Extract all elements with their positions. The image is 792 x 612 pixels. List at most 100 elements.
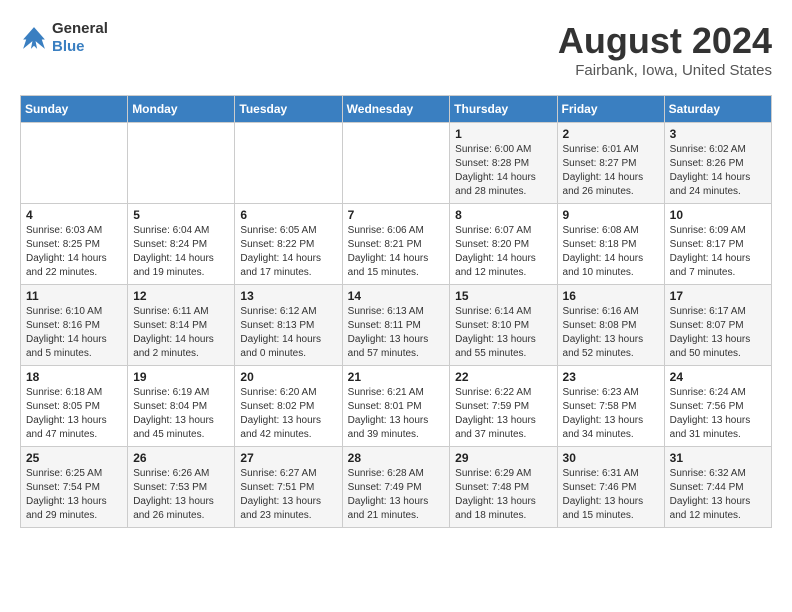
day-info: Sunrise: 6:01 AMSunset: 8:27 PMDaylight:… bbox=[563, 143, 659, 199]
day-cell: 27Sunrise: 6:27 AMSunset: 7:51 PMDayligh… bbox=[235, 447, 342, 528]
header-cell-saturday: Saturday bbox=[664, 96, 771, 123]
day-number: 19 bbox=[133, 370, 229, 384]
day-number: 30 bbox=[563, 451, 659, 465]
day-cell bbox=[21, 123, 128, 204]
day-number: 31 bbox=[670, 451, 766, 465]
day-cell: 21 Sunrise: 6:21 AMSunset: 8:01 PMDayligh… bbox=[342, 366, 450, 447]
day-info: Sunrise: 6:18 AMSunset: 8:05 PMDaylight:… bbox=[26, 386, 122, 442]
day-info: Sunrise: 6:24 AMSunset: 7:56 PMDaylight:… bbox=[670, 386, 766, 442]
day-cell: 11 Sunrise: 6:10 AMSunset: 8:16 PMDayligh… bbox=[21, 285, 128, 366]
day-cell: 22 Sunrise: 6:22 AMSunset: 7:59 PMDayligh… bbox=[450, 366, 557, 447]
calendar-body: 1 Sunrise: 6:00 AMSunset: 8:28 PMDaylight… bbox=[21, 123, 772, 528]
day-info: Sunrise: 6:10 AMSunset: 8:16 PMDaylight:… bbox=[26, 305, 122, 361]
day-info: Sunrise: 6:16 AMSunset: 8:08 PMDaylight:… bbox=[563, 305, 659, 361]
day-info: Sunrise: 6:23 AMSunset: 7:58 PMDaylight:… bbox=[563, 386, 659, 442]
day-cell: 24 Sunrise: 6:24 AMSunset: 7:56 PMDayligh… bbox=[664, 366, 771, 447]
day-number: 29 bbox=[455, 451, 551, 465]
day-cell: 13Sunrise: 6:12 AMSunset: 8:13 PMDayligh… bbox=[235, 285, 342, 366]
day-cell: 9 Sunrise: 6:08 AMSunset: 8:18 PMDaylight… bbox=[557, 204, 664, 285]
day-cell: 14 Sunrise: 6:13 AMSunset: 8:11 PMDayligh… bbox=[342, 285, 450, 366]
day-cell bbox=[342, 123, 450, 204]
day-number: 10 bbox=[670, 208, 766, 222]
day-number: 9 bbox=[563, 208, 659, 222]
header-cell-monday: Monday bbox=[128, 96, 235, 123]
day-cell: 5 Sunrise: 6:04 AMSunset: 8:24 PMDaylight… bbox=[128, 204, 235, 285]
day-info: Sunrise: 6:02 AMSunset: 8:26 PMDaylight:… bbox=[670, 143, 766, 199]
header-cell-thursday: Thursday bbox=[450, 96, 557, 123]
day-number: 24 bbox=[670, 370, 766, 384]
day-cell: 6 Sunrise: 6:05 AMSunset: 8:22 PMDaylight… bbox=[235, 204, 342, 285]
day-cell: 23 Sunrise: 6:23 AMSunset: 7:58 PMDayligh… bbox=[557, 366, 664, 447]
day-number: 18 bbox=[26, 370, 122, 384]
logo-icon bbox=[20, 24, 48, 52]
logo-text-blue: Blue bbox=[52, 38, 85, 55]
day-cell: 7Sunrise: 6:06 AMSunset: 8:21 PMDaylight… bbox=[342, 204, 450, 285]
day-cell: 20Sunrise: 6:20 AMSunset: 8:02 PMDayligh… bbox=[235, 366, 342, 447]
day-info: Sunrise: 6:21 AMSunset: 8:01 PMDaylight:… bbox=[348, 386, 445, 442]
calendar-header-row: SundayMondayTuesdayWednesdayThursdayFrid… bbox=[21, 96, 772, 123]
week-row-1: 1 Sunrise: 6:00 AMSunset: 8:28 PMDaylight… bbox=[21, 123, 772, 204]
day-number: 16 bbox=[563, 289, 659, 303]
day-info: Sunrise: 6:07 AMSunset: 8:20 PMDaylight:… bbox=[455, 224, 551, 280]
day-cell: 31 Sunrise: 6:32 AMSunset: 7:44 PMDayligh… bbox=[664, 447, 771, 528]
day-info: Sunrise: 6:00 AMSunset: 8:28 PMDaylight:… bbox=[455, 143, 551, 199]
day-cell: 12Sunrise: 6:11 AMSunset: 8:14 PMDayligh… bbox=[128, 285, 235, 366]
day-cell: 18 Sunrise: 6:18 AMSunset: 8:05 PMDayligh… bbox=[21, 366, 128, 447]
header-cell-wednesday: Wednesday bbox=[342, 96, 450, 123]
day-number: 2 bbox=[563, 127, 659, 141]
day-cell: 2 Sunrise: 6:01 AMSunset: 8:27 PMDaylight… bbox=[557, 123, 664, 204]
day-info: Sunrise: 6:31 AMSunset: 7:46 PMDaylight:… bbox=[563, 467, 659, 523]
day-number: 3 bbox=[670, 127, 766, 141]
week-row-2: 4 Sunrise: 6:03 AMSunset: 8:25 PMDaylight… bbox=[21, 204, 772, 285]
logo-text-general: General bbox=[52, 20, 108, 37]
day-number: 8 bbox=[455, 208, 551, 222]
day-cell bbox=[128, 123, 235, 204]
day-info: Sunrise: 6:12 AMSunset: 8:13 PMDaylight:… bbox=[240, 305, 336, 361]
day-info: Sunrise: 6:20 AMSunset: 8:02 PMDaylight:… bbox=[240, 386, 336, 442]
day-number: 15 bbox=[455, 289, 551, 303]
day-number: 11 bbox=[26, 289, 122, 303]
day-info: Sunrise: 6:04 AMSunset: 8:24 PMDaylight:… bbox=[133, 224, 229, 280]
day-number: 12 bbox=[133, 289, 229, 303]
day-info: Sunrise: 6:26 AMSunset: 7:53 PMDaylight:… bbox=[133, 467, 229, 523]
header-cell-sunday: Sunday bbox=[21, 96, 128, 123]
day-cell: 8 Sunrise: 6:07 AMSunset: 8:20 PMDaylight… bbox=[450, 204, 557, 285]
day-info: Sunrise: 6:17 AMSunset: 8:07 PMDaylight:… bbox=[670, 305, 766, 361]
day-cell: 19 Sunrise: 6:19 AMSunset: 8:04 PMDayligh… bbox=[128, 366, 235, 447]
day-number: 5 bbox=[133, 208, 229, 222]
day-cell: 10 Sunrise: 6:09 AMSunset: 8:17 PMDayligh… bbox=[664, 204, 771, 285]
header-cell-friday: Friday bbox=[557, 96, 664, 123]
day-info: Sunrise: 6:28 AMSunset: 7:49 PMDaylight:… bbox=[348, 467, 445, 523]
day-info: Sunrise: 6:03 AMSunset: 8:25 PMDaylight:… bbox=[26, 224, 122, 280]
day-number: 22 bbox=[455, 370, 551, 384]
day-info: Sunrise: 6:22 AMSunset: 7:59 PMDaylight:… bbox=[455, 386, 551, 442]
day-number: 27 bbox=[240, 451, 336, 465]
calendar-table: SundayMondayTuesdayWednesdayThursdayFrid… bbox=[20, 95, 772, 528]
day-number: 14 bbox=[348, 289, 445, 303]
day-cell: 15Sunrise: 6:14 AMSunset: 8:10 PMDayligh… bbox=[450, 285, 557, 366]
day-info: Sunrise: 6:29 AMSunset: 7:48 PMDaylight:… bbox=[455, 467, 551, 523]
day-info: Sunrise: 6:08 AMSunset: 8:18 PMDaylight:… bbox=[563, 224, 659, 280]
day-number: 21 bbox=[348, 370, 445, 384]
day-cell: 4 Sunrise: 6:03 AMSunset: 8:25 PMDaylight… bbox=[21, 204, 128, 285]
day-info: Sunrise: 6:05 AMSunset: 8:22 PMDaylight:… bbox=[240, 224, 336, 280]
day-cell: 25Sunrise: 6:25 AMSunset: 7:54 PMDayligh… bbox=[21, 447, 128, 528]
day-info: Sunrise: 6:32 AMSunset: 7:44 PMDaylight:… bbox=[670, 467, 766, 523]
day-number: 6 bbox=[240, 208, 336, 222]
day-number: 4 bbox=[26, 208, 122, 222]
day-number: 23 bbox=[563, 370, 659, 384]
title-block: August 2024 Fairbank, Iowa, United State… bbox=[558, 20, 772, 79]
day-info: Sunrise: 6:09 AMSunset: 8:17 PMDaylight:… bbox=[670, 224, 766, 280]
calendar-subtitle: Fairbank, Iowa, United States bbox=[558, 62, 772, 79]
page-header: General Blue August 2024 Fairbank, Iowa,… bbox=[20, 20, 772, 79]
day-cell: 17Sunrise: 6:17 AMSunset: 8:07 PMDayligh… bbox=[664, 285, 771, 366]
week-row-4: 18 Sunrise: 6:18 AMSunset: 8:05 PMDayligh… bbox=[21, 366, 772, 447]
header-cell-tuesday: Tuesday bbox=[235, 96, 342, 123]
day-number: 1 bbox=[455, 127, 551, 141]
day-number: 28 bbox=[348, 451, 445, 465]
day-info: Sunrise: 6:19 AMSunset: 8:04 PMDaylight:… bbox=[133, 386, 229, 442]
day-info: Sunrise: 6:13 AMSunset: 8:11 PMDaylight:… bbox=[348, 305, 445, 361]
logo: General Blue bbox=[20, 20, 108, 56]
day-number: 25 bbox=[26, 451, 122, 465]
day-number: 26 bbox=[133, 451, 229, 465]
